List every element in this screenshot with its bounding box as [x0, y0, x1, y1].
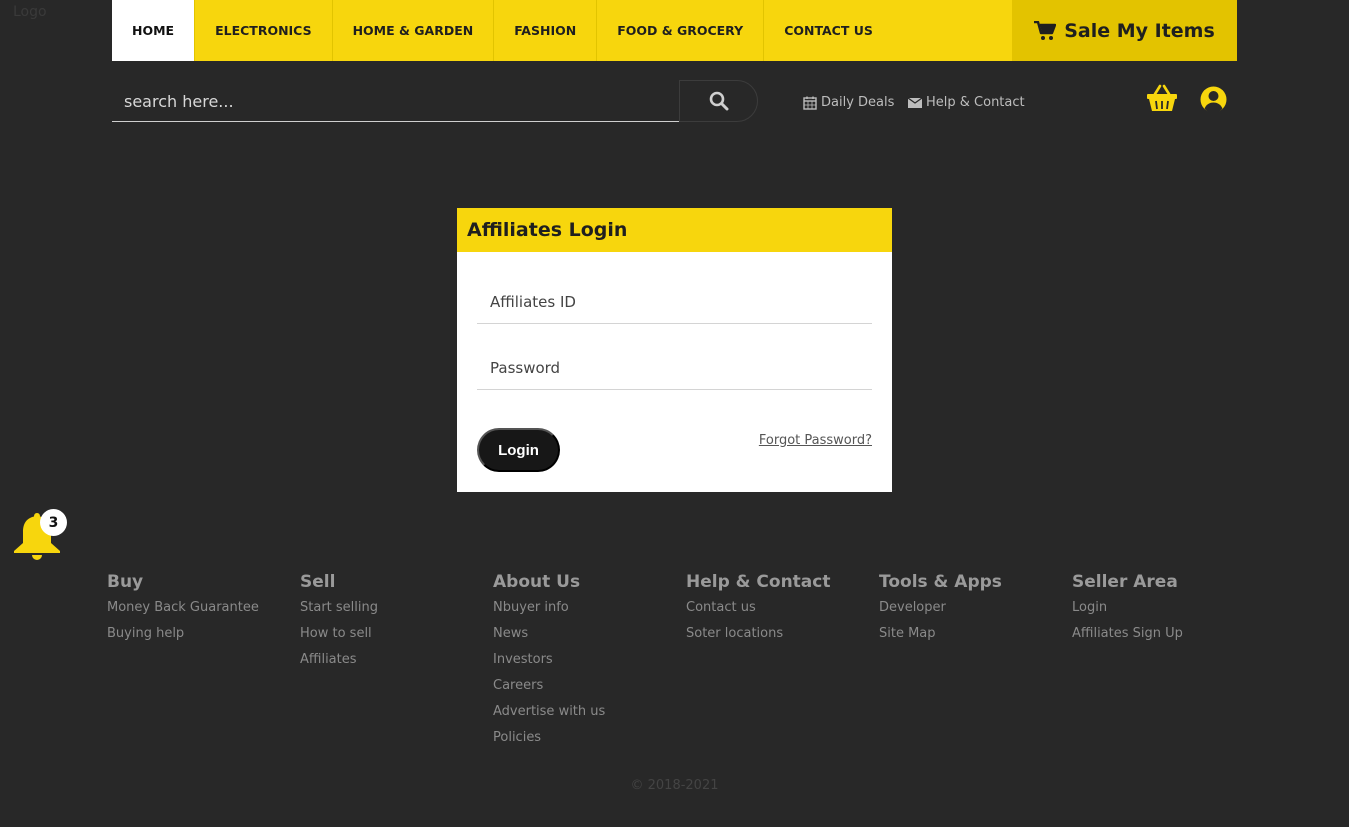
footer-link[interactable]: Investors: [493, 650, 683, 676]
calendar-icon: [803, 96, 817, 110]
footer-heading: Help & Contact: [686, 572, 831, 592]
notification-count-badge: 3: [40, 509, 67, 536]
shopping-cart-icon: [1034, 20, 1057, 40]
footer-link[interactable]: Login: [1072, 598, 1262, 624]
footer-column-about-us: About Us Nbuyer info News Investors Care…: [493, 572, 683, 754]
forgot-password-link[interactable]: Forgot Password?: [759, 433, 872, 448]
nav-home[interactable]: HOME: [112, 0, 196, 61]
search-icon: [709, 91, 728, 111]
footer-link[interactable]: Nbuyer info: [493, 598, 683, 624]
main-nav: HOME ELECTRONICS HOME & GARDEN FASHION F…: [112, 0, 894, 61]
footer-heading: Tools & Apps: [879, 572, 1002, 592]
login-card-title: Affiliates Login: [457, 208, 892, 252]
footer-heading: About Us: [493, 572, 581, 592]
footer-column-buy: Buy Money Back Guarantee Buying help: [107, 572, 297, 650]
footer-link[interactable]: Affiliates: [300, 650, 490, 676]
user-circle-icon: [1200, 86, 1227, 114]
footer-column-help-contact: Help & Contact Contact us Soter location…: [686, 572, 876, 650]
footer-column-seller-area: Seller Area Login Affiliates Sign Up: [1072, 572, 1262, 650]
nav-home-garden[interactable]: HOME & GARDEN: [332, 0, 495, 61]
basket-button[interactable]: [1146, 84, 1178, 116]
envelope-icon: [908, 97, 922, 108]
footer-link[interactable]: Buying help: [107, 624, 297, 650]
basket-icon: [1147, 84, 1177, 111]
daily-deals-link[interactable]: Daily Deals: [803, 95, 894, 110]
footer-link[interactable]: Developer: [879, 598, 1069, 624]
footer-link[interactable]: How to sell: [300, 624, 490, 650]
affiliates-id-field[interactable]: [477, 280, 872, 324]
account-button[interactable]: [1199, 85, 1228, 118]
footer-heading: Seller Area: [1072, 572, 1178, 592]
top-navigation-bar: Logo HOME ELECTRONICS HOME & GARDEN FASH…: [0, 0, 1349, 61]
help-contact-label: Help & Contact: [926, 95, 1025, 110]
sale-my-items-button[interactable]: Sale My Items: [1012, 0, 1237, 61]
login-button[interactable]: Login: [477, 428, 560, 472]
footer-link[interactable]: Start selling: [300, 598, 490, 624]
daily-deals-label: Daily Deals: [821, 95, 895, 110]
footer-column-sell: Sell Start selling How to sell Affiliate…: [300, 572, 490, 676]
search-button[interactable]: [679, 80, 758, 122]
footer-link[interactable]: Soter locations: [686, 624, 876, 650]
footer-link[interactable]: Careers: [493, 676, 683, 702]
footer-link[interactable]: Advertise with us: [493, 702, 683, 728]
footer-link[interactable]: Site Map: [879, 624, 1069, 650]
nav-spacer: [873, 0, 1012, 61]
footer-column-tools-apps: Tools & Apps Developer Site Map: [879, 572, 1069, 650]
footer-heading: Buy: [107, 572, 144, 592]
search-input[interactable]: [112, 81, 679, 122]
footer-link[interactable]: Policies: [493, 728, 683, 754]
affiliates-login-card: Affiliates Login Login Forgot Password?: [457, 208, 892, 492]
sale-my-items-label: Sale My Items: [1064, 19, 1215, 42]
footer-link[interactable]: Affiliates Sign Up: [1072, 624, 1262, 650]
footer-link[interactable]: News: [493, 624, 683, 650]
copyright-text: © 2018-2021: [630, 778, 719, 793]
nav-electronics[interactable]: ELECTRONICS: [195, 0, 333, 61]
help-contact-link[interactable]: Help & Contact: [908, 95, 1025, 110]
password-field[interactable]: [477, 346, 872, 390]
footer-heading: Sell: [300, 572, 336, 592]
nav-fashion[interactable]: FASHION: [494, 0, 598, 61]
footer-link[interactable]: Money Back Guarantee: [107, 598, 297, 624]
footer-link[interactable]: Contact us: [686, 598, 876, 624]
logo[interactable]: Logo: [13, 4, 47, 20]
nav-food-grocery[interactable]: FOOD & GROCERY: [597, 0, 765, 61]
